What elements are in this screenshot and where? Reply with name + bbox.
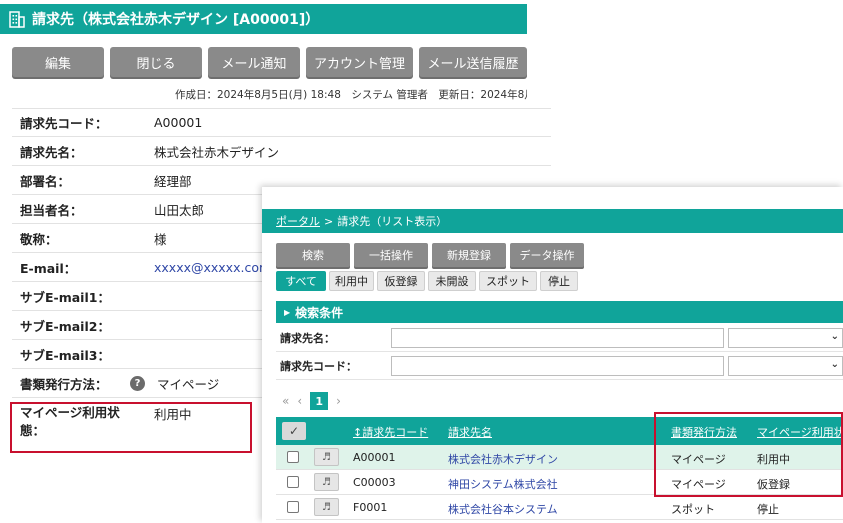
new-register-button[interactable]: 新規登録 [432,243,506,267]
filter-tab-stopped[interactable]: 停止 [540,271,578,291]
field-label: サブE-mail1： [20,289,110,305]
client-name-match-select[interactable]: ⌄ [728,327,843,348]
filter-tab-spot[interactable]: スポット [479,271,537,291]
field-label: 部署名： [20,173,71,189]
breadcrumb-separator: > [324,214,334,228]
building-icon [8,10,26,28]
caret-right-icon: ▶ [284,307,291,317]
document-icon[interactable]: ♬ [314,448,339,466]
cell-name-link[interactable]: 株式会社赤木デザイン [448,451,558,467]
search-conditions-title: 検索条件 [295,305,344,320]
cell-code: A00001 [353,451,396,464]
client-list-window: ポータル > 請求先（リスト表示） 検索 一括操作 新規登録 データ操作 すべて… [262,187,843,523]
mail-history-button[interactable]: メール送信履歴 [419,47,527,77]
filter-tab-provisional[interactable]: 仮登録 [377,271,425,291]
help-icon[interactable]: ? [130,375,145,391]
detail-title-bar: 請求先（株式会社赤木デザイン [A00001]） [0,4,527,34]
search-label: 請求先名： [280,331,335,345]
check-icon[interactable]: ✓ [282,422,306,440]
client-name-input[interactable] [391,327,724,348]
document-icon[interactable]: ♬ [314,498,339,516]
field-label: 担当者名： [20,202,83,218]
client-code-match-select[interactable]: ⌄ [728,355,843,376]
document-icon[interactable]: ♬ [314,473,339,491]
pagination: « ‹ 1 › [282,392,341,410]
edit-button[interactable]: 編集 [12,47,104,77]
client-code-input[interactable] [391,355,724,376]
field-value: 経理部 [154,173,192,189]
breadcrumb: ポータル > 請求先（リスト表示） [262,209,843,233]
detail-title: 請求先（株式会社赤木デザイン [A00001]） [32,12,320,28]
email-link[interactable]: xxxxx@xxxxx.com [128,260,271,275]
chevron-down-icon: ⌄ [830,358,839,370]
filter-tab-unopened[interactable]: 未開設 [428,271,476,291]
search-conditions-header[interactable]: ▶ 検索条件 [276,301,843,323]
data-operation-button[interactable]: データ操作 [510,243,584,267]
cell-name-link[interactable]: 株式会社谷本システム [448,501,558,517]
field-label: E-mail： [20,260,77,276]
column-code[interactable]: ↕請求先コード [353,424,428,440]
search-label: 請求先コード： [280,359,357,373]
prev-page-icon[interactable]: ‹ [297,394,302,408]
row-checkbox[interactable] [287,476,299,488]
bulk-operation-button[interactable]: 一括操作 [354,243,428,267]
account-manage-button[interactable]: アカウント管理 [306,47,413,77]
close-button[interactable]: 閉じる [110,47,202,77]
search-button[interactable]: 検索 [276,243,350,267]
search-row-name: 請求先名： ⌄ [276,324,843,352]
field-row: 請求先名： 株式会社赤木デザイン [12,137,551,166]
highlight-box-status [10,402,252,453]
field-value: 様 [154,231,167,247]
field-value: 山田太郎 [154,202,205,218]
cell-code: C00003 [353,476,396,489]
cell-method: スポット [671,503,715,516]
field-label: サブE-mail3： [20,347,110,363]
field-label: 請求先コード： [20,116,108,131]
first-page-icon[interactable]: « [282,394,289,408]
field-row: 請求先コード： A00001 [12,108,551,137]
field-value: 株式会社赤木デザイン [154,144,280,160]
detail-toolbar: 編集 閉じる メール通知 アカウント管理 メール送信履歴 [12,47,527,77]
row-checkbox[interactable] [287,501,299,513]
row-checkbox[interactable] [287,451,299,463]
filter-tab-active[interactable]: 利用中 [329,271,374,291]
cell-status: 停止 [757,503,779,516]
field-label: 請求先名： [20,144,83,160]
highlight-box-columns [654,412,843,497]
list-toolbar: 検索 一括操作 新規登録 データ操作 [276,243,584,267]
field-value: A00001 [154,115,203,130]
record-meta: 作成日：2024年8月5日(月) 18:48 システム 管理者 更新日：2024… [175,89,527,101]
field-value: マイページ [157,376,220,392]
table-row[interactable]: ♬ F0001 株式会社谷本システム スポット 停止 [276,495,843,520]
current-page[interactable]: 1 [310,392,329,410]
status-filter-tabs: すべて 利用中 仮登録 未開設 スポット 停止 [276,271,578,291]
field-label: サブE-mail2： [20,318,110,334]
cell-code: F0001 [353,501,388,514]
column-name[interactable]: 請求先名 [448,424,492,440]
chevron-down-icon: ⌄ [830,330,839,342]
field-label: 敬称： [20,231,58,247]
cell-name-link[interactable]: 神田システム株式会社 [448,476,558,492]
mail-notify-button[interactable]: メール通知 [208,47,300,77]
filter-tab-all[interactable]: すべて [276,271,326,291]
breadcrumb-portal-link[interactable]: ポータル [276,213,320,229]
breadcrumb-current: 請求先（リスト表示） [337,215,448,228]
search-row-code: 請求先コード： ⌄ [276,352,843,380]
field-label: 書類発行方法： [20,376,108,392]
next-page-icon[interactable]: › [336,394,341,408]
